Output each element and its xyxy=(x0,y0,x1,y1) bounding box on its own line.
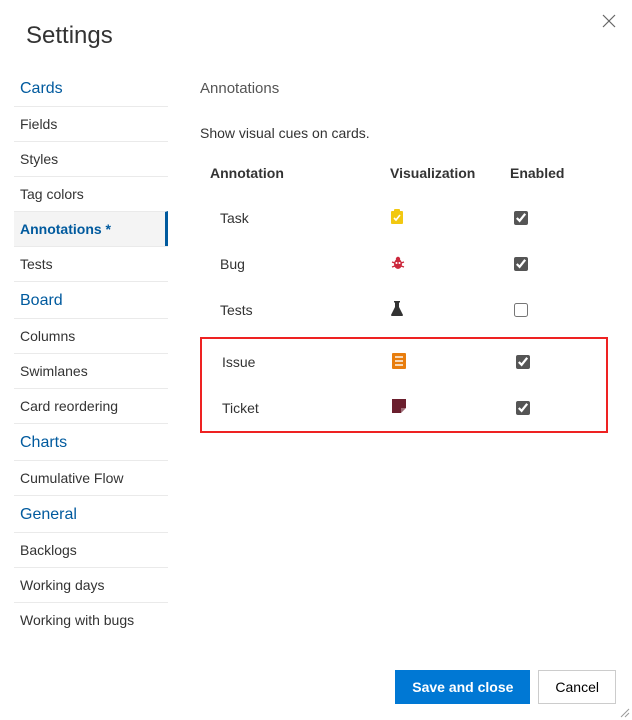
sidebar-item-cumulative-flow[interactable]: Cumulative Flow xyxy=(14,460,168,495)
annotation-label: Tests xyxy=(220,302,390,318)
sidebar-item-annotations-[interactable]: Annotations * xyxy=(14,211,168,246)
cancel-button[interactable]: Cancel xyxy=(538,670,616,704)
page-title: Settings xyxy=(0,0,632,50)
note-icon xyxy=(392,399,408,417)
enabled-checkbox[interactable] xyxy=(514,211,528,225)
sidebar: CardsFieldsStylesTag colorsAnnotations *… xyxy=(0,80,168,637)
sidebar-group-general: General xyxy=(14,495,168,532)
table-header: Annotation Visualization Enabled xyxy=(200,159,608,195)
enabled-checkbox[interactable] xyxy=(516,401,530,415)
list-icon xyxy=(392,353,408,371)
col-annotation: Annotation xyxy=(210,165,390,181)
sidebar-group-charts: Charts xyxy=(14,423,168,460)
table-row: Issue xyxy=(202,339,606,385)
panel-description: Show visual cues on cards. xyxy=(200,125,608,141)
annotation-label: Ticket xyxy=(222,400,392,416)
sidebar-item-working-with-bugs[interactable]: Working with bugs xyxy=(14,602,168,637)
sidebar-item-backlogs[interactable]: Backlogs xyxy=(14,532,168,567)
table-row: Tests xyxy=(200,287,608,333)
sidebar-item-tag-colors[interactable]: Tag colors xyxy=(14,176,168,211)
resize-grip-icon[interactable] xyxy=(618,706,630,718)
sidebar-item-working-days[interactable]: Working days xyxy=(14,567,168,602)
col-visualization: Visualization xyxy=(390,165,510,181)
clipboard-check-icon xyxy=(390,209,406,227)
enabled-checkbox[interactable] xyxy=(514,257,528,271)
col-enabled: Enabled xyxy=(510,165,608,181)
enabled-checkbox[interactable] xyxy=(514,303,528,317)
annotation-label: Issue xyxy=(222,354,392,370)
sidebar-item-columns[interactable]: Columns xyxy=(14,318,168,353)
dialog-footer: Save and close Cancel xyxy=(395,670,616,704)
bug-icon xyxy=(390,255,406,273)
enabled-checkbox[interactable] xyxy=(516,355,530,369)
close-icon[interactable] xyxy=(602,14,616,28)
sidebar-item-styles[interactable]: Styles xyxy=(14,141,168,176)
highlight-box: Issue Ticket xyxy=(200,337,608,433)
sidebar-item-swimlanes[interactable]: Swimlanes xyxy=(14,353,168,388)
sidebar-item-card-reordering[interactable]: Card reordering xyxy=(14,388,168,423)
table-row: Task xyxy=(200,195,608,241)
save-and-close-button[interactable]: Save and close xyxy=(395,670,530,704)
annotations-table: Task Bug Tests Issue Ticket xyxy=(200,195,608,433)
sidebar-group-cards: Cards xyxy=(14,80,168,106)
annotation-label: Bug xyxy=(220,256,390,272)
sidebar-item-fields[interactable]: Fields xyxy=(14,106,168,141)
table-row: Bug xyxy=(200,241,608,287)
annotation-label: Task xyxy=(220,210,390,226)
table-row: Ticket xyxy=(202,385,606,431)
main-panel: Annotations Show visual cues on cards. A… xyxy=(168,80,632,637)
beaker-icon xyxy=(390,301,406,319)
panel-title: Annotations xyxy=(200,80,608,97)
sidebar-item-tests[interactable]: Tests xyxy=(14,246,168,281)
sidebar-group-board: Board xyxy=(14,281,168,318)
